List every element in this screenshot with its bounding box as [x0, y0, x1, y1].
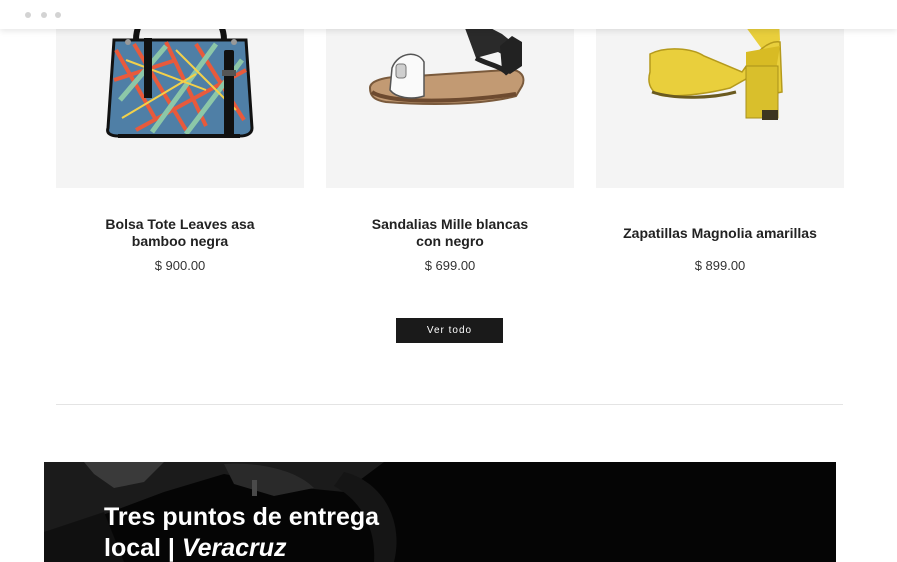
- window-top-bar: [0, 0, 897, 29]
- window-dot-icon: [25, 12, 31, 18]
- product-title[interactable]: Zapatillas Magnolia amarillas: [596, 225, 844, 242]
- window-dot-icon: [41, 12, 47, 18]
- banner-city: Veracruz: [181, 534, 287, 562]
- window-dot-icon: [55, 12, 61, 18]
- banner-title: Tres puntos de entrega local | Veracruz: [104, 502, 524, 562]
- delivery-banner[interactable]: Tres puntos de entrega local | Veracruz: [44, 462, 836, 562]
- product-price: $ 900.00: [154, 258, 206, 273]
- product-title[interactable]: Sandalias Mille blancas con negro: [326, 216, 574, 250]
- product-price: $ 899.00: [694, 258, 746, 273]
- product-title[interactable]: Bolsa Tote Leaves asa bamboo negra: [56, 216, 304, 250]
- section-divider: [56, 404, 843, 405]
- product-price: $ 699.00: [424, 258, 476, 273]
- banner-title-line-1: Tres puntos de entrega: [104, 503, 380, 531]
- banner-title-line-2: local | Veracruz: [104, 534, 287, 562]
- view-all-button[interactable]: Ver todo: [396, 318, 503, 343]
